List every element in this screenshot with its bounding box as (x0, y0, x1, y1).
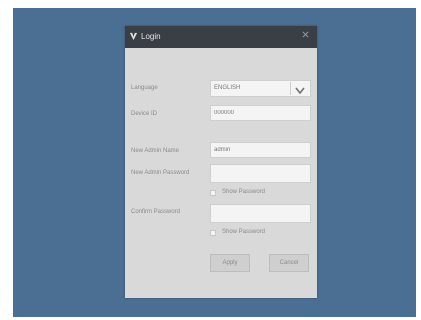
checkbox-box[interactable] (210, 190, 216, 196)
apply-button[interactable]: Apply (210, 254, 250, 272)
user-icon (129, 32, 139, 42)
dialog-titlebar: Login (125, 26, 317, 48)
language-label: Language (131, 85, 158, 91)
admin-name-field[interactable] (210, 142, 311, 158)
cancel-button[interactable]: Cancel (269, 254, 309, 272)
admin-password-field[interactable] (210, 164, 311, 183)
admin-password-label: New Admin Password (131, 170, 190, 176)
close-icon[interactable] (299, 30, 311, 42)
dialog-title: Login (141, 32, 161, 41)
admin-name-label: New Admin Name (131, 148, 180, 154)
show-password-label: Show Password (222, 229, 266, 235)
login-dialog: Login Language ENGLISH Device ID New Adm… (125, 26, 317, 298)
show-password-label: Show Password (222, 189, 266, 195)
device-id-label: Device ID (131, 111, 158, 117)
checkbox-box[interactable] (210, 230, 216, 236)
select-divider (290, 82, 291, 95)
confirm-password-field[interactable] (210, 204, 311, 223)
device-id-field[interactable] (210, 105, 311, 121)
language-selected-value: ENGLISH (214, 85, 241, 91)
chevron-down-icon[interactable] (294, 83, 306, 95)
language-select[interactable]: ENGLISH (210, 80, 311, 97)
confirm-password-label: Confirm Password (131, 209, 181, 215)
